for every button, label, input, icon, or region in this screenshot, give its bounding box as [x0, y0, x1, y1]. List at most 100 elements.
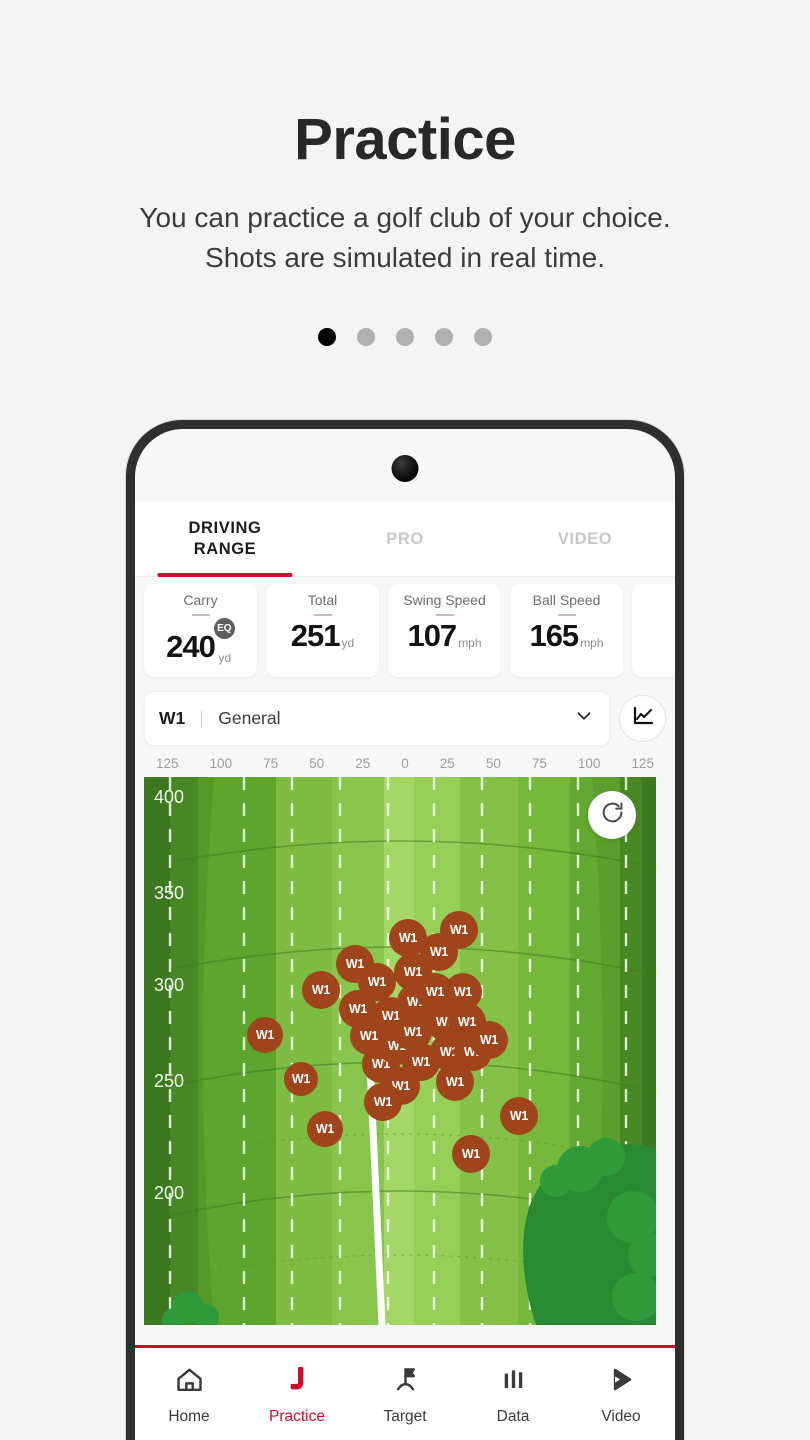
selected-mode-label: General: [218, 708, 281, 728]
ruler-tick: 75: [531, 755, 547, 771]
ruler-tick: 25: [439, 755, 455, 771]
carousel-dot-2[interactable]: [357, 328, 375, 346]
carousel-dot-5[interactable]: [474, 328, 492, 346]
home-icon: [174, 1364, 205, 1400]
phone-screen: DRIVING RANGE PRO VIDEO Carry 240 EQ yd …: [135, 429, 675, 1440]
lateral-ruler: 125 100 75 50 25 0 25 50 75 100 125: [144, 752, 666, 774]
carousel-dot-3[interactable]: [396, 328, 414, 346]
tab-video-label: VIDEO: [557, 529, 613, 548]
shot-marker[interactable]: W1: [470, 1021, 508, 1059]
ruler-tick: 75: [263, 755, 279, 771]
tab-driving-range[interactable]: DRIVING RANGE: [135, 501, 315, 577]
promo-page: Practice You can practice a golf club of…: [0, 0, 810, 1440]
stat-card-swing-speed-unit: mph: [458, 636, 482, 650]
tab-driving-range-label-1: DRIVING: [188, 519, 262, 537]
stat-card-divider: [557, 614, 576, 616]
stat-card-carry-unit: yd: [218, 651, 232, 665]
stat-card-list[interactable]: Carry 240 EQ yd Total 251 yd Swing Speed…: [135, 584, 675, 681]
stat-card-divider: [435, 614, 454, 616]
club-selector[interactable]: W1 General: [144, 691, 610, 746]
shot-marker[interactable]: W1: [440, 911, 478, 949]
tab-pro-label: PRO: [386, 529, 424, 548]
front-camera-icon: [391, 455, 419, 482]
flag-icon: [390, 1364, 421, 1400]
shot-marker[interactable]: W1: [452, 1135, 490, 1173]
tab-video[interactable]: VIDEO: [495, 501, 675, 577]
y-tick-250: 250: [154, 1071, 185, 1091]
stat-card-swing-speed[interactable]: Swing Speed 107 mph: [388, 584, 501, 677]
ruler-tick: 100: [577, 755, 601, 771]
top-tab-bar[interactable]: DRIVING RANGE PRO VIDEO: [135, 501, 675, 577]
stat-card-swing-speed-label: Swing Speed: [403, 592, 486, 608]
nav-item-home[interactable]: Home: [135, 1364, 243, 1426]
club-selector-row: W1 General: [144, 691, 666, 746]
selector-divider: [201, 709, 203, 728]
stat-card-ball-speed-unit: mph: [580, 636, 604, 650]
stat-card-total-unit: yd: [341, 636, 355, 650]
stat-card-total[interactable]: Total 251 yd: [266, 584, 379, 677]
tab-active-underline: [157, 573, 293, 577]
stat-card-carry-label: Carry: [183, 592, 218, 608]
stat-card-ball-speed-value: 165: [529, 618, 579, 653]
stat-card-divider: [313, 614, 332, 616]
y-tick-400: 400: [154, 787, 185, 807]
golf-club-icon: [282, 1364, 313, 1400]
chevron-down-icon[interactable]: [573, 705, 595, 732]
nav-item-practice[interactable]: Practice: [243, 1364, 351, 1426]
ruler-tick: 125: [631, 755, 654, 771]
selected-club-label: W1: [159, 708, 186, 728]
shot-marker[interactable]: W1: [307, 1111, 343, 1147]
tab-driving-range-label-2: RANGE: [193, 540, 257, 558]
stat-card-ball-speed[interactable]: Ball Speed 165 mph: [510, 584, 623, 677]
shot-marker[interactable]: W1: [302, 971, 340, 1009]
stat-card-swing-speed-value: 107: [407, 618, 457, 653]
ruler-tick: 25: [355, 755, 371, 771]
shot-marker[interactable]: W1: [284, 1062, 318, 1096]
nav-item-video[interactable]: Video: [567, 1364, 675, 1426]
stat-card-total-value-row: 251 yd: [291, 618, 354, 654]
nav-item-target-label: Target: [383, 1408, 427, 1425]
stat-card-carry-value: 240: [166, 629, 216, 664]
bottom-navigation-bar[interactable]: Home Practice Target Data Video: [135, 1345, 675, 1440]
carousel-dot-4[interactable]: [435, 328, 453, 346]
shot-marker[interactable]: W1: [364, 1083, 402, 1121]
stat-card-total-label: Total: [307, 592, 338, 608]
chart-toggle-button[interactable]: [619, 695, 666, 742]
line-chart-icon: [631, 704, 655, 733]
carousel-dots[interactable]: [0, 328, 810, 346]
reset-view-button[interactable]: [588, 791, 636, 839]
shot-marker[interactable]: W1: [500, 1097, 538, 1135]
ruler-tick: 125: [156, 755, 179, 771]
play-icon: [606, 1364, 637, 1400]
y-tick-200: 200: [154, 1183, 185, 1203]
subtitle-line-1: You can practice a golf club of your cho…: [139, 202, 671, 233]
y-tick-300: 300: [154, 975, 185, 995]
stat-card-carry[interactable]: Carry 240 EQ yd: [144, 584, 257, 677]
carousel-dot-1[interactable]: [318, 328, 336, 346]
subtitle-line-2: Shots are simulated in real time.: [205, 242, 605, 273]
shot-marker[interactable]: W1: [247, 1017, 283, 1053]
nav-item-home-label: Home: [168, 1408, 210, 1425]
nav-item-target[interactable]: Target: [351, 1364, 459, 1426]
stat-card-next-partial[interactable]: 2: [632, 584, 675, 677]
ruler-tick: 50: [309, 755, 325, 771]
stat-card-ball-speed-value-row: 165 mph: [529, 618, 603, 654]
refresh-icon: [600, 800, 625, 830]
ruler-tick: 0: [401, 755, 409, 771]
tab-pro[interactable]: PRO: [315, 501, 495, 577]
nav-item-data[interactable]: Data: [459, 1364, 567, 1426]
phone-mockup: DRIVING RANGE PRO VIDEO Carry 240 EQ yd …: [126, 420, 684, 1440]
ruler-tick: 50: [485, 755, 501, 771]
nav-item-data-label: Data: [496, 1408, 530, 1425]
y-tick-350: 350: [154, 883, 185, 903]
bar-chart-icon: [498, 1364, 529, 1400]
nav-item-practice-label: Practice: [269, 1408, 325, 1425]
stat-card-carry-badge-col: EQ yd: [213, 618, 235, 665]
driving-range-map[interactable]: 400 350 300 250 200 W1 W1 W1 W1 W1 W1 W1…: [144, 777, 656, 1325]
eq-badge: EQ: [213, 618, 235, 639]
stat-card-swing-speed-value-row: 107 mph: [407, 618, 481, 654]
stat-card-carry-value-row: 240 EQ yd: [166, 618, 235, 665]
nav-item-video-label: Video: [601, 1408, 641, 1425]
shot-marker[interactable]: W1: [358, 963, 396, 1001]
ruler-tick: 100: [209, 755, 233, 771]
